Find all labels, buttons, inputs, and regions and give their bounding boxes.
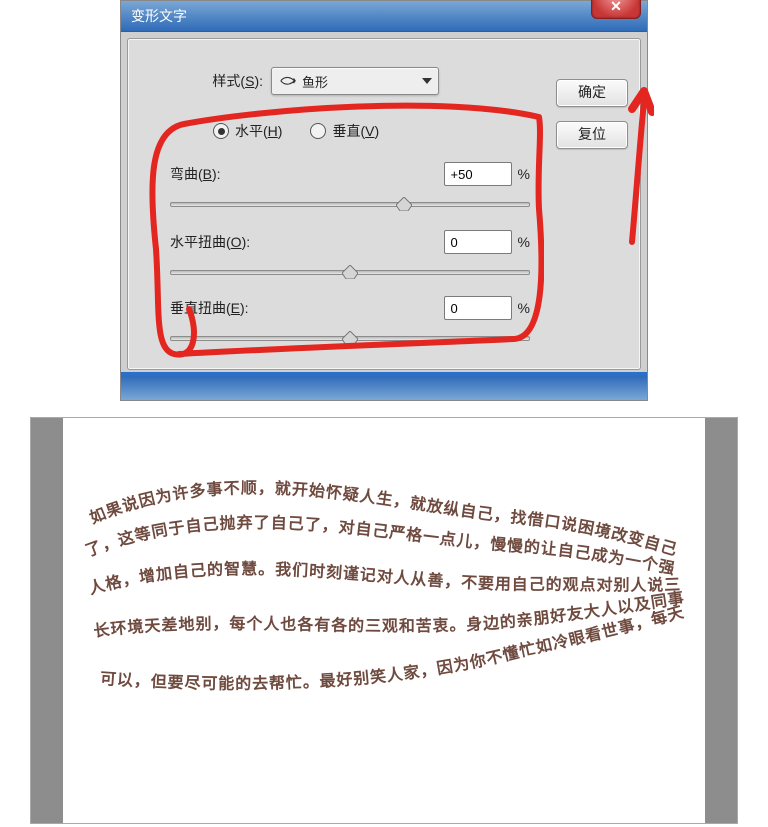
vdist-slider[interactable] [170, 331, 530, 345]
style-row: 样式(S): 鱼形 [188, 67, 439, 95]
vdist-unit: % [518, 300, 530, 316]
fish-icon [280, 76, 296, 86]
hdist-label: 水平扭曲(O): [170, 232, 250, 252]
slider-thumb-icon[interactable] [396, 197, 412, 211]
warped-text-sample: 如果说因为许多事不顺，就开始怀疑人生，就放纵自己，找借口说困境改变自己，这样就不… [83, 458, 685, 740]
style-label: 样式(S): [188, 71, 263, 91]
canvas-gutter-right [705, 418, 737, 823]
radio-horizontal[interactable]: 水平(H) [213, 121, 282, 141]
chevron-down-icon [422, 78, 432, 84]
bend-param: 弯曲(B): % [170, 161, 530, 211]
ok-button[interactable]: 确定 [556, 79, 628, 107]
bend-slider[interactable] [170, 197, 530, 211]
close-icon: ✕ [610, 0, 622, 14]
hdist-input[interactable] [444, 230, 512, 254]
dialog-body: 样式(S): 鱼形 水平(H) 垂直(V) [127, 38, 641, 370]
style-select[interactable]: 鱼形 [271, 67, 439, 95]
svg-text:如果说因为许多事不顺，就开始怀疑人生，就放纵自己，找借口说困: 如果说因为许多事不顺，就开始怀疑人生，就放纵自己，找借口说困境改变自己，这样就不… [83, 458, 680, 559]
warp-text-dialog: 变形文字 ✕ 样式(S): 鱼形 [120, 0, 648, 401]
canvas: 如果说因为许多事不顺，就开始怀疑人生，就放纵自己，找借口说困境改变自己，这样就不… [63, 418, 705, 823]
radio-vertical[interactable]: 垂直(V) [310, 121, 379, 141]
hdist-param: 水平扭曲(O): % [170, 229, 530, 279]
bend-label: 弯曲(B): [170, 164, 221, 184]
slider-thumb-icon[interactable] [342, 265, 358, 279]
hdist-slider[interactable] [170, 265, 530, 279]
radio-dot-icon [213, 123, 229, 139]
svg-text:了，这等同于自己抛弃了自己了，对自己严格一点儿，慢慢的让自己: 了，这等同于自己抛弃了自己了，对自己严格一点儿，慢慢的让自己成为一个强者，完善自… [83, 458, 677, 578]
close-button[interactable]: ✕ [591, 0, 641, 19]
titlebar[interactable]: 变形文字 ✕ [121, 1, 647, 32]
vdist-param: 垂直扭曲(E): % [170, 295, 530, 345]
vdist-input[interactable] [444, 296, 512, 320]
hdist-unit: % [518, 234, 530, 250]
slider-thumb-icon[interactable] [342, 331, 358, 345]
slider-track [170, 202, 530, 207]
preview-panel: 如果说因为许多事不顺，就开始怀疑人生，就放纵自己，找借口说困境改变自己，这样就不… [30, 417, 738, 824]
orientation-radios: 水平(H) 垂直(V) [213, 121, 379, 141]
bend-input[interactable] [444, 162, 512, 186]
bend-unit: % [518, 166, 530, 182]
reset-button[interactable]: 复位 [556, 121, 628, 149]
vdist-label: 垂直扭曲(E): [170, 298, 249, 318]
style-value: 鱼形 [302, 72, 328, 91]
radio-dot-icon [310, 123, 326, 139]
dialog-footer-strip [121, 376, 647, 400]
annotation-arrow [604, 87, 654, 247]
preview-line-1: 如果说因为许多事不顺，就开始怀疑人生，就放纵自己，找借口说困境改变自己，这样就不… [83, 458, 680, 559]
dialog-title: 变形文字 [131, 6, 187, 26]
canvas-gutter-left [31, 418, 63, 823]
preview-line-2: 了，这等同于自己抛弃了自己了，对自己严格一点儿，慢慢的让自己成为一个强者，完善自… [83, 458, 677, 578]
